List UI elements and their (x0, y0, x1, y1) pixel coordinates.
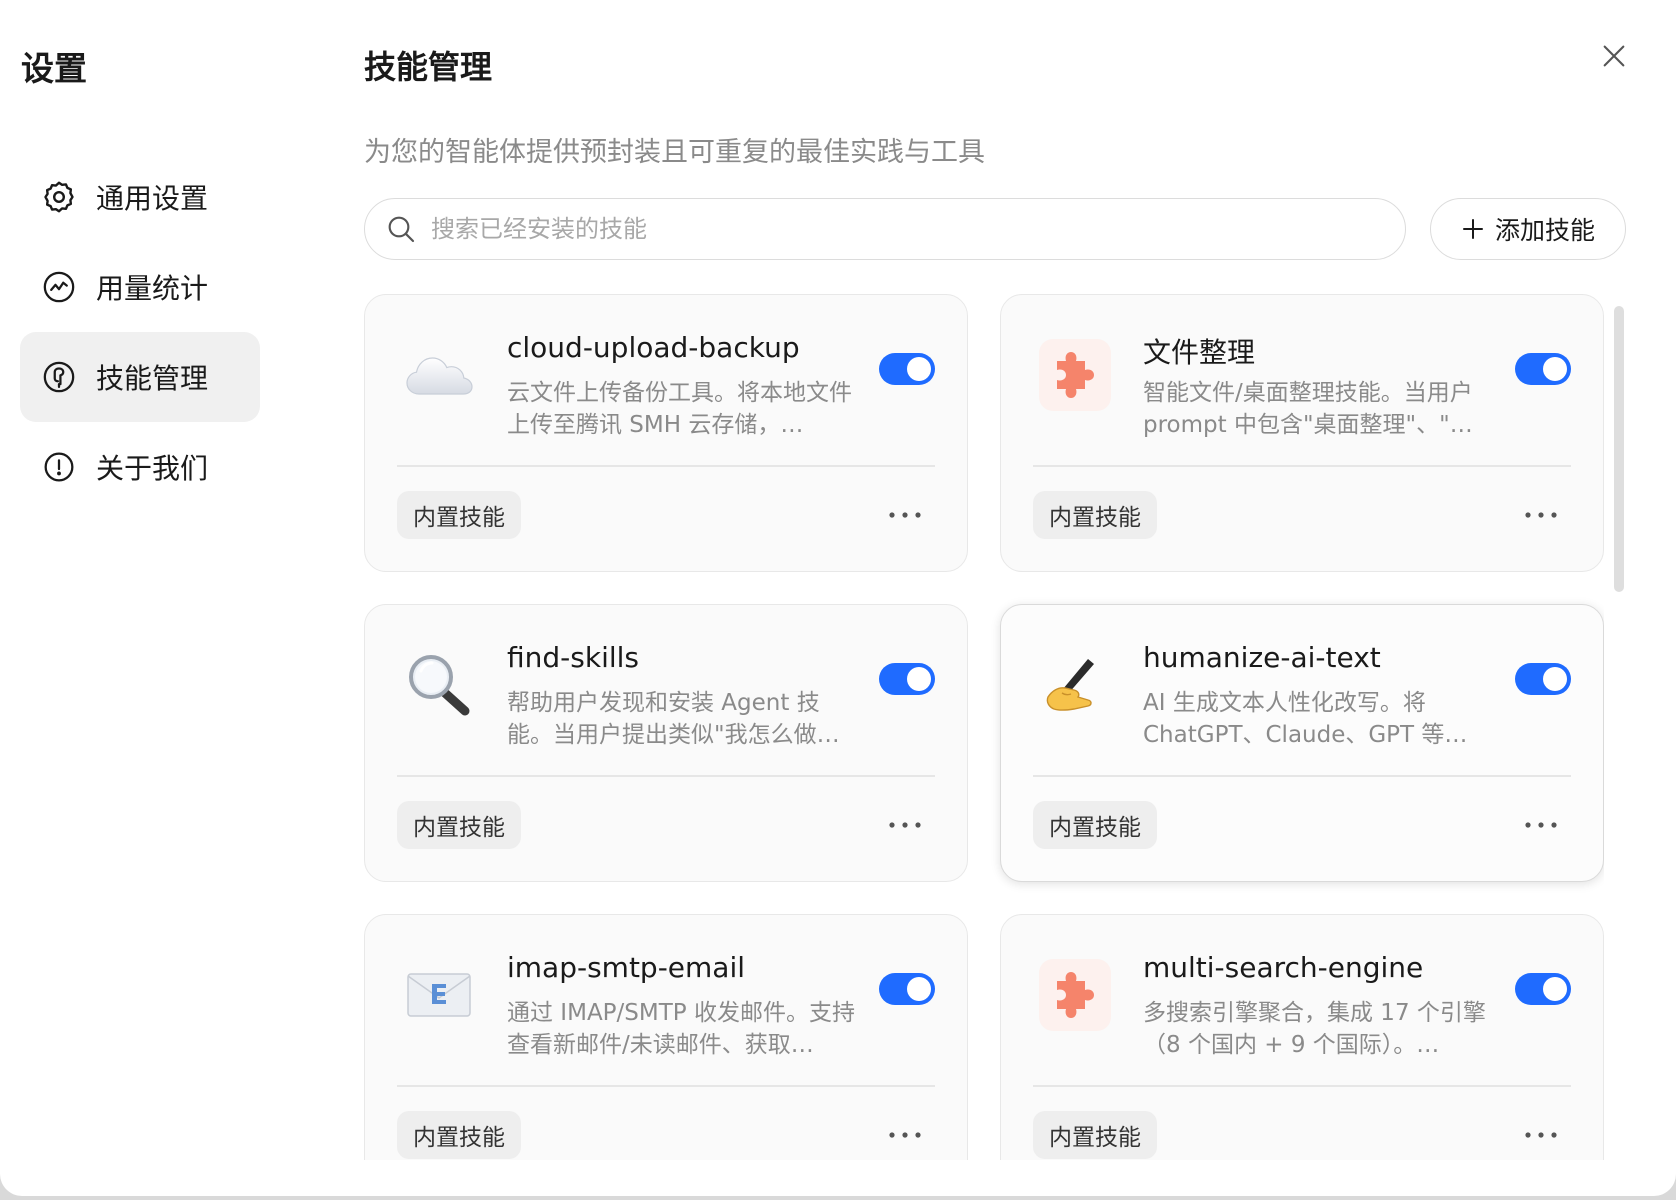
skill-description: 云文件上传备份工具。将本地文件上传至腾讯 SMH 云存储，… (507, 380, 852, 438)
skills-grid: cloud-upload-backup 云文件上传备份工具。将本地文件上传至腾讯… (364, 294, 1604, 1160)
search-icon (388, 216, 415, 243)
skill-toggle[interactable] (1515, 663, 1571, 695)
more-options-button[interactable] (1519, 811, 1563, 839)
skill-toggle[interactable] (879, 973, 935, 1005)
skill-card[interactable]: multi-search-engine 多搜索引擎聚合，集成 17 个引擎（8 … (1000, 914, 1604, 1160)
close-button[interactable] (1594, 36, 1634, 76)
info-icon (40, 448, 78, 486)
email-icon (403, 959, 475, 1031)
close-icon (1603, 45, 1625, 67)
ellipsis-icon (889, 512, 921, 518)
skill-card[interactable]: cloud-upload-backup 云文件上传备份工具。将本地文件上传至腾讯… (364, 294, 968, 572)
puzzle-icon (1039, 959, 1111, 1031)
writing-hand-icon (1039, 649, 1111, 721)
skill-name: imap-smtp-email (507, 951, 746, 984)
skills-icon (40, 358, 78, 396)
sidebar-item-skills[interactable]: 技能管理 (20, 332, 260, 422)
magnifier-icon (403, 649, 475, 721)
sidebar-item-usage-stats[interactable]: 用量统计 (20, 242, 260, 332)
more-options-button[interactable] (1519, 1121, 1563, 1149)
sidebar-item-general-settings[interactable]: 通用设置 (20, 152, 260, 242)
skill-toggle[interactable] (1515, 973, 1571, 1005)
skill-name: cloud-upload-backup (507, 331, 800, 364)
skill-card[interactable]: humanize-ai-text AI 生成文本人性化改写。将 ChatGPT、… (1000, 604, 1604, 882)
sidebar-item-label: 通用设置 (96, 182, 209, 215)
search-box[interactable] (364, 198, 1406, 260)
skill-name: multi-search-engine (1143, 951, 1424, 984)
sidebar-nav: 通用设置 用量统计 技能管理 关于我们 (20, 152, 260, 512)
skill-card[interactable]: imap-smtp-email 通过 IMAP/SMTP 收发邮件。支持查看新邮… (364, 914, 968, 1160)
skill-description: AI 生成文本人性化改写。将 ChatGPT、Claude、GPT 等… (1143, 690, 1468, 748)
builtin-badge: 内置技能 (397, 801, 521, 849)
cloud-icon (403, 339, 475, 411)
ellipsis-icon (889, 1132, 921, 1138)
skill-description: 帮助用户发现和安装 Agent 技能。当用户提出类似"我怎么做… (507, 690, 840, 748)
skill-name: find-skills (507, 641, 639, 674)
add-skill-button[interactable]: 添加技能 (1430, 198, 1626, 260)
sidebar-item-label: 技能管理 (96, 362, 209, 395)
sidebar-item-about[interactable]: 关于我们 (20, 422, 260, 512)
more-options-button[interactable] (883, 1121, 927, 1149)
ellipsis-icon (1525, 1132, 1557, 1138)
skill-description: 多搜索引擎聚合，集成 17 个引擎（8 个国内 + 9 个国际）。… (1143, 1000, 1486, 1058)
builtin-badge: 内置技能 (1033, 1111, 1157, 1159)
builtin-badge: 内置技能 (397, 491, 521, 539)
more-options-button[interactable] (883, 501, 927, 529)
sidebar-item-label: 用量统计 (96, 272, 209, 305)
search-input[interactable] (429, 214, 1333, 244)
skill-card[interactable]: find-skills 帮助用户发现和安装 Agent 技能。当用户提出类似"我… (364, 604, 968, 882)
skill-toggle[interactable] (879, 663, 935, 695)
skill-description: 智能文件/桌面整理技能。当用户 prompt 中包含"桌面整理"、"… (1143, 380, 1473, 438)
sidebar: 设置 通用设置 用量统计 技能管理 关于我们 (0, 0, 330, 1196)
page-title: 技能管理 (364, 48, 493, 86)
builtin-badge: 内置技能 (1033, 491, 1157, 539)
sidebar-item-label: 关于我们 (96, 452, 209, 485)
builtin-badge: 内置技能 (397, 1111, 521, 1159)
skill-card[interactable]: 文件整理 智能文件/桌面整理技能。当用户 prompt 中包含"桌面整理"、"…… (1000, 294, 1604, 572)
ellipsis-icon (1525, 512, 1557, 518)
skill-name: humanize-ai-text (1143, 641, 1381, 674)
usage-chart-icon (40, 268, 78, 306)
skill-name: 文件整理 (1143, 336, 1256, 369)
builtin-badge: 内置技能 (1033, 801, 1157, 849)
sidebar-title: 设置 (21, 49, 87, 88)
more-options-button[interactable] (1519, 501, 1563, 529)
skill-toggle[interactable] (1515, 353, 1571, 385)
skill-description: 通过 IMAP/SMTP 收发邮件。支持查看新邮件/未读邮件、获取… (507, 1000, 855, 1058)
ellipsis-icon (1525, 822, 1557, 828)
more-options-button[interactable] (883, 811, 927, 839)
ellipsis-icon (889, 822, 921, 828)
settings-window: 设置 通用设置 用量统计 技能管理 关于我们 技能管理 为您的智能体提供预封装且… (0, 0, 1676, 1196)
puzzle-icon (1039, 339, 1111, 411)
gear-icon (40, 178, 78, 216)
main-panel: 技能管理 为您的智能体提供预封装且可重复的最佳实践与工具 添加技能 (364, 0, 1654, 1160)
skill-toggle[interactable] (879, 353, 935, 385)
page-subtitle: 为您的智能体提供预封装且可重复的最佳实践与工具 (364, 137, 985, 168)
add-skill-label: 添加技能 (1494, 216, 1595, 245)
scrollbar-thumb[interactable] (1614, 306, 1624, 592)
plus-icon (1461, 217, 1485, 241)
